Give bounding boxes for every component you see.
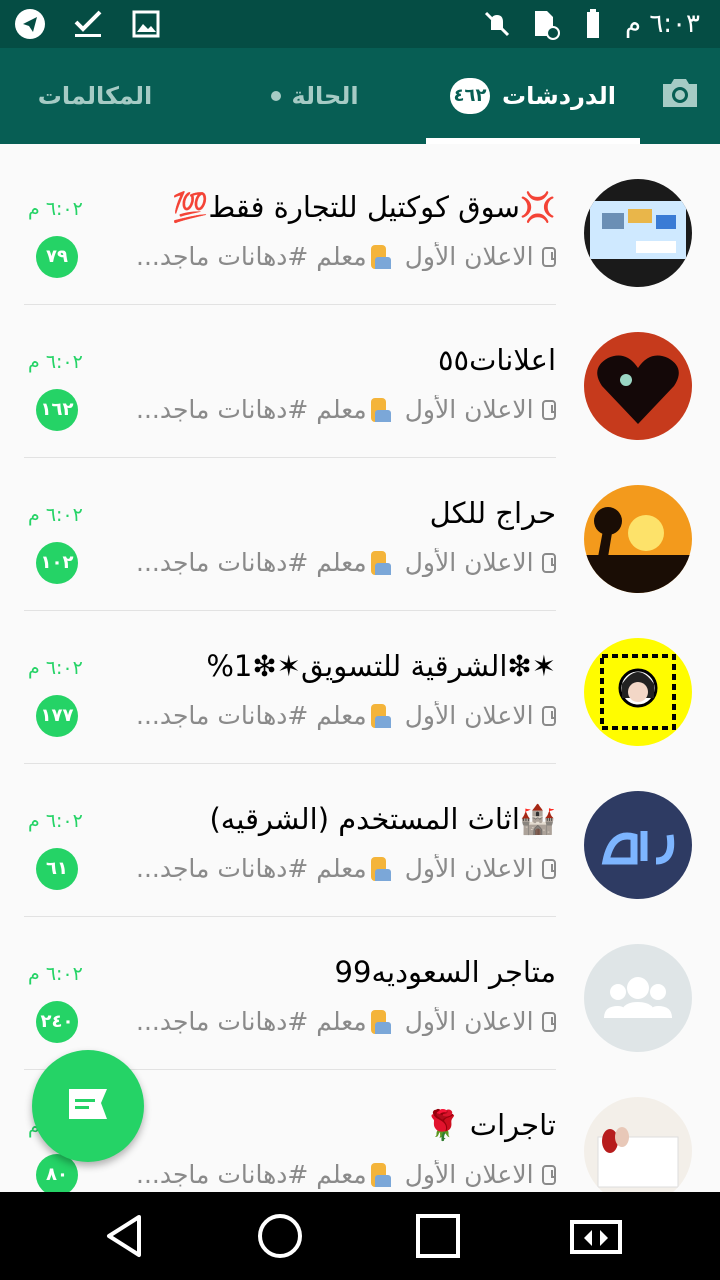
back-button[interactable] xyxy=(96,1210,152,1266)
new-chat-button[interactable] xyxy=(32,1050,144,1162)
recents-icon xyxy=(415,1213,461,1263)
chat-row[interactable]: متاجر السعوديه99 ٦:٠٢ م الاعلان الأول مع… xyxy=(0,917,720,1070)
clock-icon xyxy=(541,1011,556,1032)
mute-icon xyxy=(481,8,513,40)
chat-row[interactable]: اعلانات٥٥ ٦:٠٢ م الاعلان الأول معلم #دها… xyxy=(0,305,720,458)
worker-emoji-icon xyxy=(370,1162,391,1187)
clock-icon xyxy=(541,246,556,267)
chat-name: حراج للكل xyxy=(429,496,556,530)
clock-icon xyxy=(541,1164,556,1185)
battery-icon xyxy=(577,8,609,40)
haraj-avatar[interactable] xyxy=(584,791,692,899)
chat-time: ٦:٠٢ م xyxy=(28,963,83,985)
clock-icon xyxy=(541,858,556,879)
preview-text: معلم #دهانات ماجد... xyxy=(136,701,367,730)
download-done-icon xyxy=(72,8,104,40)
preview-prefix: الاعلان الأول xyxy=(404,242,534,271)
status-bar: ٦:٠٣ م xyxy=(0,0,720,48)
chat-time: ٦:٠٢ م xyxy=(28,810,83,832)
clock-icon xyxy=(541,552,556,573)
chat-row[interactable]: حراج للكل ٦:٠٢ م الاعلان الأول معلم #دها… xyxy=(0,458,720,611)
preview-prefix: الاعلان الأول xyxy=(404,1160,534,1189)
home-icon xyxy=(256,1212,304,1264)
unread-count-badge: ١٦٢ xyxy=(36,389,78,431)
worker-emoji-icon xyxy=(370,244,391,269)
unread-count-badge: ٢٤٠ xyxy=(36,1001,78,1043)
preview-prefix: الاعلان الأول xyxy=(404,548,534,577)
navigation-bar xyxy=(0,1192,720,1280)
sunset-avatar[interactable] xyxy=(584,485,692,593)
group-avatar[interactable] xyxy=(584,944,692,1052)
chat-name: متاجر السعوديه99 xyxy=(334,955,556,989)
worker-emoji-icon xyxy=(370,550,391,575)
back-icon xyxy=(101,1213,147,1263)
chat-time: ٦:٠٢ م xyxy=(28,351,83,373)
image-icon xyxy=(130,8,162,40)
preview-prefix: الاعلان الأول xyxy=(404,701,534,730)
chats-unread-badge: ٤٦٢ xyxy=(450,78,491,114)
chat-list[interactable]: 💢سوق كوكتيل للتجارة فقط💯 ٦:٠٢ م الاعلان … xyxy=(0,152,720,1192)
chat-name: ✶❇الشرقية للتسويق✶❇1% xyxy=(206,649,556,683)
camera-icon xyxy=(659,76,701,116)
chat-preview: الاعلان الأول معلم #دهانات ماجد... xyxy=(136,242,556,271)
chat-name: 💢سوق كوكتيل للتجارة فقط💯 xyxy=(172,190,556,224)
preview-text: معلم #دهانات ماجد... xyxy=(136,242,367,271)
tab-calls[interactable]: المكالمات xyxy=(10,48,180,144)
worker-emoji-icon xyxy=(370,703,391,728)
preview-text: معلم #دهانات ماجد... xyxy=(136,395,367,424)
chat-name: تاجرات 🌹 xyxy=(424,1108,556,1142)
unread-count-badge: ١٠٢ xyxy=(36,542,78,584)
preview-text: معلم #دهانات ماجد... xyxy=(136,854,367,883)
chat-preview: الاعلان الأول معلم #دهانات ماجد... xyxy=(136,854,556,883)
chat-row[interactable]: 💢سوق كوكتيل للتجارة فقط💯 ٦:٠٢ م الاعلان … xyxy=(0,152,720,305)
home-button[interactable] xyxy=(252,1210,308,1266)
chat-row[interactable]: 🏰اثاث المستخدم (الشرقيه) ٦:٠٢ م الاعلان … xyxy=(0,764,720,917)
tab-camera[interactable] xyxy=(640,48,720,144)
chat-preview: الاعلان الأول معلم #دهانات ماجد... xyxy=(136,1007,556,1036)
chat-preview: الاعلان الأول معلم #دهانات ماجد... xyxy=(136,701,556,730)
screen-rotate-icon xyxy=(568,1216,624,1260)
chat-name: اعلانات٥٥ xyxy=(437,343,556,377)
unread-count-badge: ١٧٧ xyxy=(36,695,78,737)
tab-status-label: الحالة xyxy=(291,82,359,110)
preview-prefix: الاعلان الأول xyxy=(404,854,534,883)
nails-avatar[interactable] xyxy=(584,1097,692,1192)
worker-emoji-icon xyxy=(370,1009,391,1034)
chat-preview: الاعلان الأول معلم #دهانات ماجد... xyxy=(136,548,556,577)
chat-preview: الاعلان الأول معلم #دهانات ماجد... xyxy=(136,1160,556,1189)
preview-prefix: الاعلان الأول xyxy=(404,1007,534,1036)
preview-text: معلم #دهانات ماجد... xyxy=(136,1160,367,1189)
tab-chats-label: الدردشات xyxy=(502,82,616,110)
preview-text: معلم #دهانات ماجد... xyxy=(136,548,367,577)
unread-count-badge: ٦١ xyxy=(36,848,78,890)
file-blocked-icon xyxy=(529,8,561,40)
chat-preview: الاعلان الأول معلم #دهانات ماجد... xyxy=(136,395,556,424)
preview-text: معلم #دهانات ماجد... xyxy=(136,1007,367,1036)
telegram-icon xyxy=(14,8,46,40)
tab-status[interactable]: الحالة xyxy=(230,48,400,144)
worker-emoji-icon xyxy=(370,856,391,881)
chat-name: 🏰اثاث المستخدم (الشرقيه) xyxy=(209,802,556,836)
recents-button[interactable] xyxy=(410,1210,466,1266)
status-dot-icon xyxy=(271,91,282,101)
clock-icon xyxy=(541,399,556,420)
tab-bar: المكالمات الحالة ٤٦٢ الدردشات xyxy=(0,48,720,144)
tab-chats[interactable]: ٤٦٢ الدردشات xyxy=(426,48,640,144)
tab-indicator xyxy=(426,138,640,144)
clock-icon xyxy=(541,705,556,726)
snapcode-avatar[interactable] xyxy=(584,638,692,746)
tab-calls-label: المكالمات xyxy=(37,82,153,110)
chat-time: ٦:٠٢ م xyxy=(28,198,83,220)
market-avatar[interactable] xyxy=(584,179,692,287)
preview-prefix: الاعلان الأول xyxy=(404,395,534,424)
unread-count-badge: ٧٩ xyxy=(36,236,78,278)
chat-time: ٦:٠٢ م xyxy=(28,657,83,679)
screen-rotate-button[interactable] xyxy=(568,1210,624,1266)
clock-time: ٦:٠٣ م xyxy=(624,9,700,39)
heart-avatar[interactable] xyxy=(584,332,692,440)
chat-row[interactable]: ✶❇الشرقية للتسويق✶❇1% ٦:٠٢ م الاعلان الأ… xyxy=(0,611,720,764)
worker-emoji-icon xyxy=(370,397,391,422)
chat-time: ٦:٠٢ م xyxy=(28,504,83,526)
new-chat-icon xyxy=(65,1087,111,1125)
